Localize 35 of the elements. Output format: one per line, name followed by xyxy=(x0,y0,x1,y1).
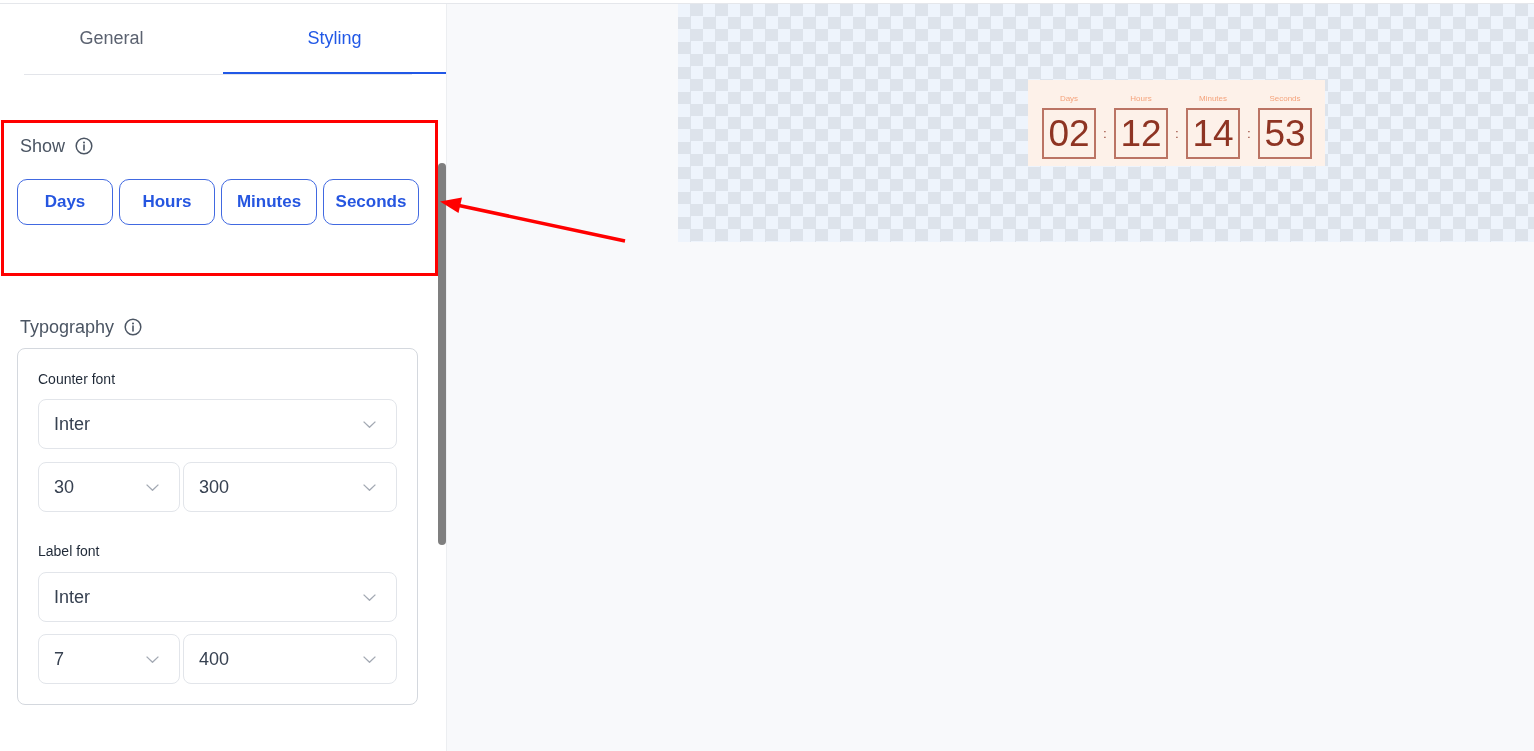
colon-separator: : xyxy=(1103,127,1107,140)
font-size-dropdown[interactable]: 30 xyxy=(38,462,180,512)
field-label: Counter font xyxy=(38,370,117,389)
chevron-down-icon xyxy=(363,593,376,601)
field-label: Label font xyxy=(38,542,101,561)
info-icon xyxy=(124,318,143,336)
chevron-down-icon xyxy=(363,420,376,428)
font-size-dropdown[interactable]: 7 xyxy=(38,634,180,684)
countdown-label: Seconds xyxy=(1269,94,1301,104)
countdown-label: Days xyxy=(1059,94,1079,104)
font-weight-dropdown[interactable]: 300 xyxy=(183,462,397,512)
chevron-down-icon xyxy=(363,483,376,491)
font-family-dropdown[interactable]: Inter xyxy=(38,399,397,449)
section-title: Show xyxy=(20,134,66,158)
scrollbar-thumb[interactable] xyxy=(438,163,446,545)
unit-toggle-button[interactable]: Hours xyxy=(119,179,215,225)
section-title: Typography xyxy=(20,315,115,339)
countdown-value: 14 xyxy=(1186,108,1240,159)
tab[interactable]: General xyxy=(0,4,223,74)
countdown-value: 53 xyxy=(1258,108,1312,159)
chevron-down-icon xyxy=(146,483,159,491)
countdown-label: Hours xyxy=(1130,94,1152,104)
info-icon xyxy=(75,137,94,155)
chevron-down-icon xyxy=(146,655,159,663)
countdown-value: 02 xyxy=(1042,108,1096,159)
unit-toggle-button[interactable]: Minutes xyxy=(221,179,317,225)
unit-toggle-button[interactable]: Days xyxy=(17,179,113,225)
countdown-value: 12 xyxy=(1114,108,1168,159)
countdown-label: Minutes xyxy=(1199,94,1227,104)
colon-separator: : xyxy=(1247,127,1251,140)
unit-toggle-button[interactable]: Seconds xyxy=(323,179,419,225)
chevron-down-icon xyxy=(363,655,376,663)
font-weight-dropdown[interactable]: 400 xyxy=(183,634,397,684)
colon-separator: : xyxy=(1175,127,1179,140)
font-family-dropdown[interactable]: Inter xyxy=(38,572,397,622)
